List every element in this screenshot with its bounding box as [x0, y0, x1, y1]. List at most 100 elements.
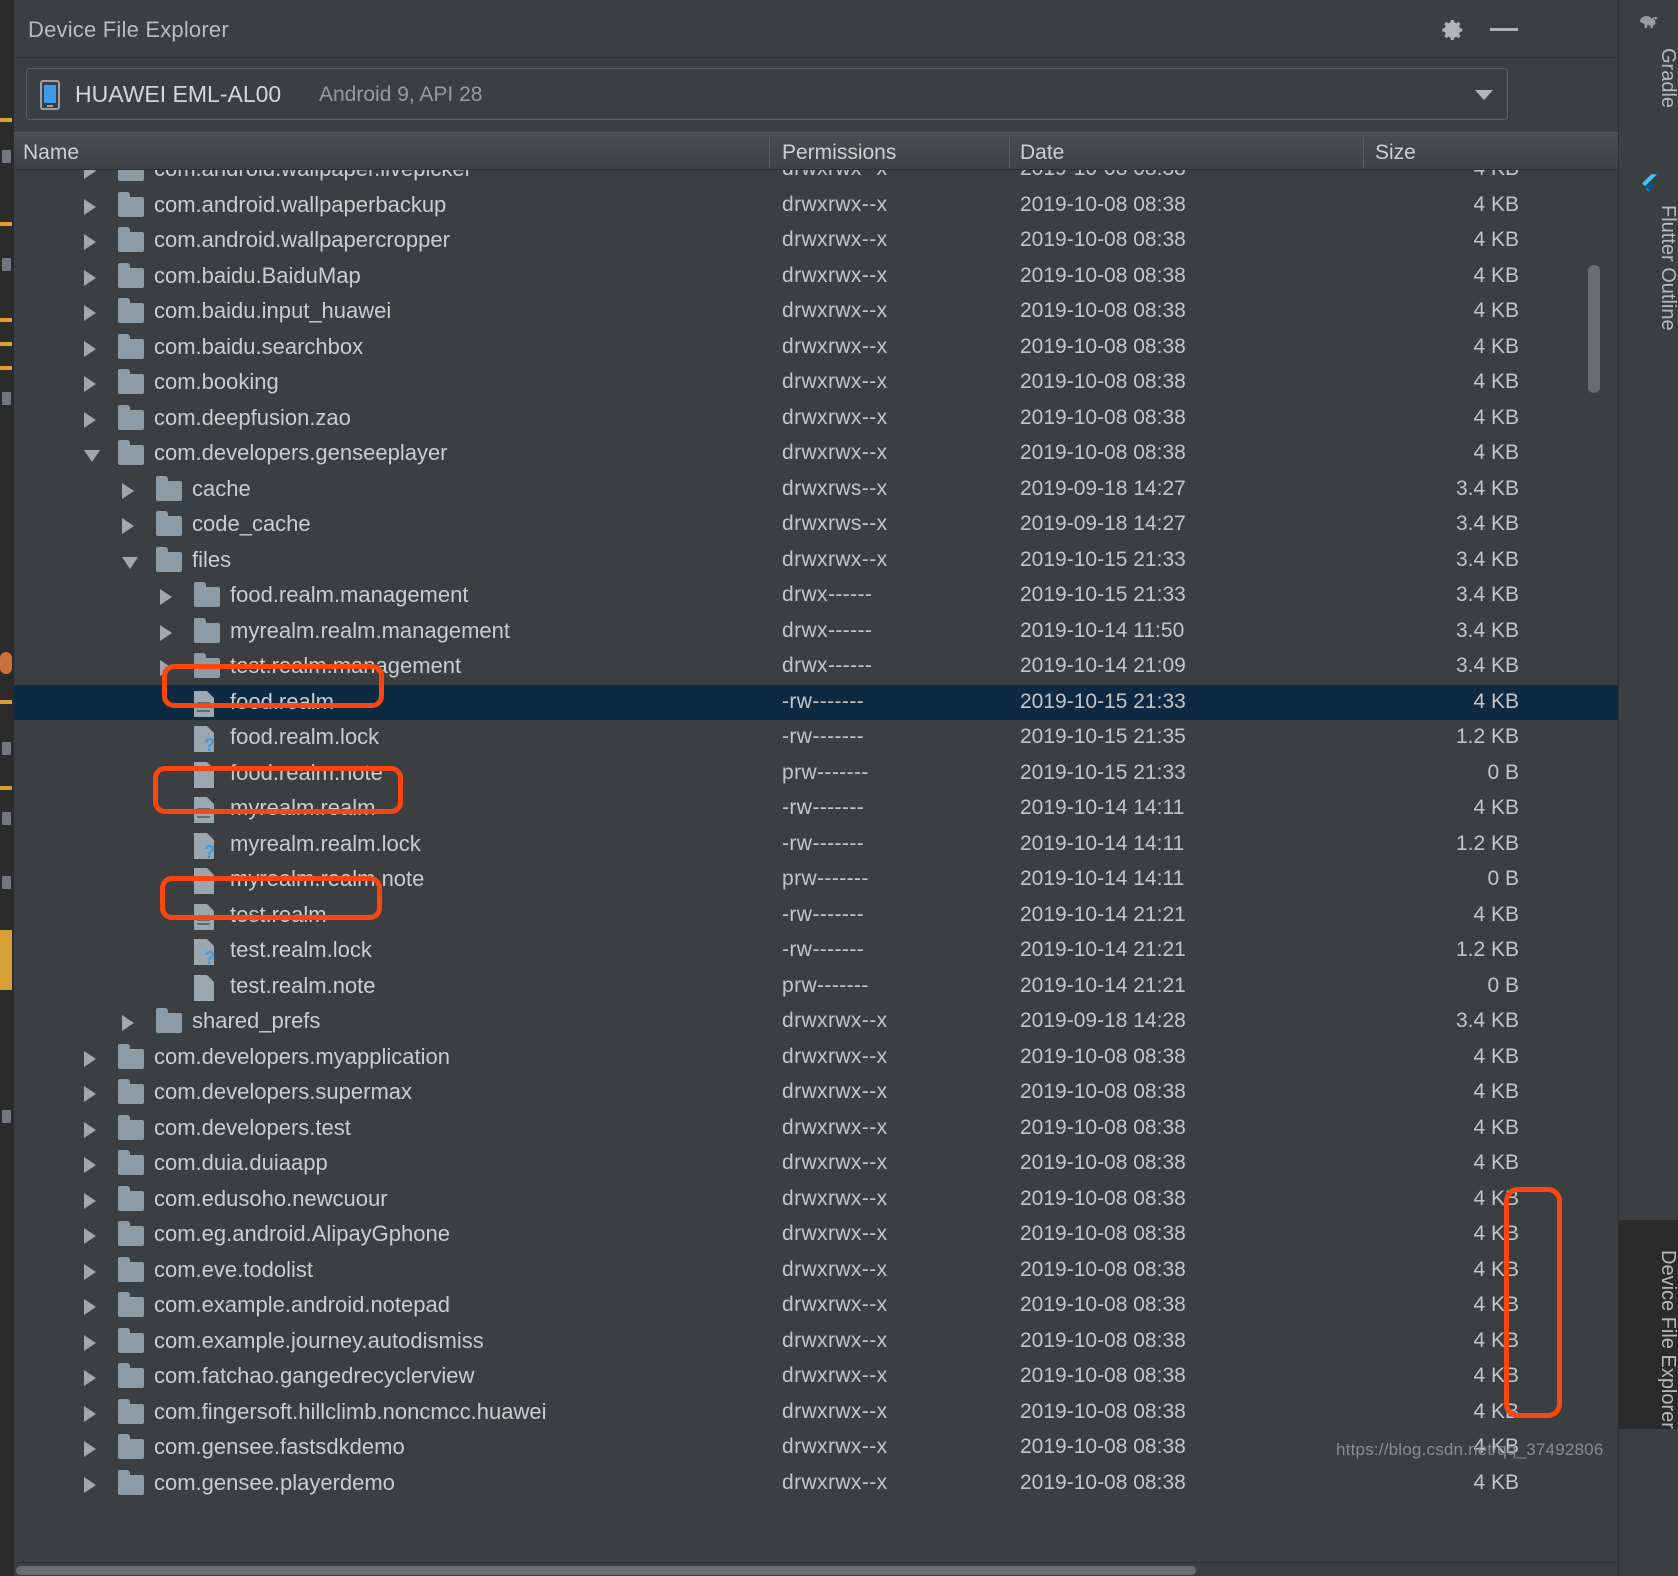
file-tree[interactable]: com.android.wallpaper.livepicker drwxrwx-… — [14, 170, 1618, 1562]
table-row[interactable]: ? myrealm.realm.lock -rw------- 2019-10-14 … — [14, 827, 1618, 863]
permissions-cell: drwxrwx--x — [782, 1080, 888, 1103]
table-row[interactable]: com.example.journey.autodismiss drwxrwx--… — [14, 1324, 1618, 1360]
column-divider[interactable] — [1009, 136, 1010, 168]
tab-gradle[interactable]: Gradle — [1619, 18, 1678, 108]
table-row[interactable]: com.eve.todolist drwxrwx--x 2019-10-08 08:… — [14, 1253, 1618, 1289]
table-row[interactable]: com.fingersoft.hillclimb.noncmcc.huawei d… — [14, 1395, 1618, 1431]
gear-icon[interactable] — [1438, 16, 1468, 44]
file-name-cell: com.baidu.input_huawei — [154, 298, 392, 323]
chevron-right-icon[interactable] — [122, 482, 134, 499]
chevron-right-icon[interactable] — [84, 305, 96, 321]
vertical-scrollbar[interactable] — [1588, 265, 1600, 393]
file-name-cell: food.realm.management — [230, 582, 469, 607]
table-row[interactable]: myrealm.realm.management drwx------ 2019-1… — [14, 614, 1618, 650]
chevron-right-icon[interactable] — [84, 340, 96, 357]
size-cell: 3.4 KB — [1455, 618, 1519, 642]
chevron-right-icon[interactable] — [84, 1299, 96, 1315]
table-row[interactable]: test.realm.management drwx------ 2019-10-1… — [14, 649, 1618, 685]
permissions-cell: prw------- — [782, 760, 869, 784]
device-selector-dropdown[interactable]: HUAWEI EML-AL00 Android 9, API 28 — [26, 68, 1508, 120]
chevron-down-icon[interactable] — [122, 556, 138, 569]
table-row[interactable]: com.developers.genseeplayer drwxrwx--x 201… — [14, 436, 1618, 472]
chevron-down-icon[interactable] — [1475, 90, 1493, 100]
table-row[interactable]: com.android.wallpapercropper drwxrwx--x 20… — [14, 223, 1618, 259]
chevron-right-icon[interactable] — [84, 170, 96, 179]
chevron-right-icon[interactable] — [84, 1192, 96, 1209]
table-row[interactable]: com.example.android.notepad drwxrwx--x 201… — [14, 1288, 1618, 1324]
unknown-file-icon: ? — [194, 939, 215, 967]
tab-flutter-outline-label: Flutter Outline — [1657, 205, 1678, 331]
column-header-permissions[interactable]: Permissions — [782, 141, 896, 165]
chevron-right-icon[interactable] — [84, 1405, 96, 1422]
table-row[interactable]: com.developers.test drwxrwx--x 2019-10-08 … — [14, 1111, 1618, 1147]
table-row[interactable]: food.realm -rw------- 2019-10-15 21:33 4 KB — [14, 684, 1618, 720]
chevron-right-icon[interactable] — [84, 1228, 96, 1244]
size-cell: 4 KB — [1473, 1186, 1519, 1210]
tab-device-file-explorer[interactable]: Device File Explorer — [1619, 1220, 1678, 1429]
chevron-right-icon[interactable] — [84, 411, 96, 428]
table-row[interactable]: cache drwxrws--x 2019-09-18 14:27 3.4 KB — [14, 472, 1618, 508]
size-cell: 4 KB — [1473, 1222, 1519, 1245]
table-row[interactable]: com.fatchao.gangedrecyclerview drwxrwx--x… — [14, 1359, 1618, 1395]
table-row[interactable]: com.eg.android.AlipayGphone drwxrwx--x 201… — [14, 1217, 1618, 1253]
chevron-right-icon[interactable] — [84, 1263, 96, 1280]
chevron-right-icon[interactable] — [122, 518, 134, 534]
column-divider[interactable] — [769, 136, 770, 168]
table-row[interactable]: com.baidu.input_huawei drwxrwx--x 2019-10-… — [14, 294, 1618, 330]
table-row[interactable]: com.baidu.BaiduMap drwxrwx--x 2019-10-08 0… — [14, 259, 1618, 295]
chevron-right-icon[interactable] — [84, 1476, 96, 1493]
chevron-right-icon[interactable] — [84, 269, 96, 286]
tab-flutter-outline[interactable]: Flutter Outline — [1619, 175, 1678, 331]
tab-gradle-label: Gradle — [1657, 48, 1678, 109]
table-row[interactable]: ? test.realm.lock -rw------- 2019-10-14 21:… — [14, 933, 1618, 969]
chevron-right-icon[interactable] — [84, 1334, 96, 1351]
table-row[interactable]: test.realm.note prw------- 2019-10-14 21:2… — [14, 969, 1618, 1005]
column-header-date[interactable]: Date — [1020, 141, 1064, 165]
chevron-right-icon[interactable] — [84, 234, 96, 250]
chevron-right-icon[interactable] — [84, 198, 96, 215]
chevron-right-icon[interactable] — [84, 1370, 96, 1386]
date-cell: 2019-10-14 21:21 — [1020, 938, 1186, 961]
folder-icon — [156, 546, 182, 572]
table-row[interactable]: test.realm -rw------- 2019-10-14 21:21 4 KB — [14, 898, 1618, 934]
chevron-right-icon[interactable] — [84, 1050, 96, 1067]
horizontal-scrollbar-thumb[interactable] — [16, 1566, 1196, 1575]
horizontal-scrollbar[interactable] — [14, 1562, 1618, 1576]
table-row[interactable]: com.developers.supermax drwxrwx--x 2019-10… — [14, 1075, 1618, 1111]
table-row[interactable]: com.booking drwxrwx--x 2019-10-08 08:38 4 K… — [14, 365, 1618, 401]
table-row[interactable]: com.android.wallpaperbackup drwxrwx--x 201… — [14, 188, 1618, 224]
table-row[interactable]: com.edusoho.newcuour drwxrwx--x 2019-10-08… — [14, 1182, 1618, 1218]
table-row[interactable]: code_cache drwxrws--x 2019-09-18 14:27 3.4 … — [14, 507, 1618, 543]
table-row[interactable]: ? food.realm.lock -rw------- 2019-10-15 21:… — [14, 720, 1618, 756]
table-row[interactable]: myrealm.realm -rw------- 2019-10-14 14:11 4… — [14, 791, 1618, 827]
chevron-right-icon[interactable] — [160, 589, 172, 605]
chevron-down-icon[interactable] — [84, 450, 100, 462]
table-row[interactable]: files drwxrwx--x 2019-10-15 21:33 3.4 KB — [14, 543, 1618, 579]
table-row[interactable]: com.android.wallpaper.livepicker drwxrwx-… — [14, 170, 1618, 188]
column-header-size[interactable]: Size — [1375, 141, 1416, 165]
table-row[interactable]: com.duia.duiaapp drwxrwx--x 2019-10-08 08:… — [14, 1146, 1618, 1182]
table-row[interactable]: food.realm.management drwx------ 2019-10-1… — [14, 578, 1618, 614]
chevron-right-icon[interactable] — [84, 1441, 96, 1457]
chevron-right-icon[interactable] — [84, 1121, 96, 1138]
chevron-right-icon[interactable] — [160, 660, 172, 676]
table-row[interactable]: food.realm.note prw------- 2019-10-15 21:3… — [14, 756, 1618, 792]
table-row[interactable]: com.developers.myapplication drwxrwx--x 20… — [14, 1040, 1618, 1076]
chevron-right-icon[interactable] — [84, 1157, 96, 1173]
table-row[interactable]: shared_prefs drwxrwx--x 2019-09-18 14:28 3.… — [14, 1004, 1618, 1040]
date-cell: 2019-10-08 08:38 — [1020, 1080, 1186, 1103]
file-name-cell: food.realm — [230, 688, 334, 714]
column-divider[interactable] — [1363, 136, 1364, 168]
table-row[interactable]: com.baidu.searchbox drwxrwx--x 2019-10-08 … — [14, 330, 1618, 366]
folder-icon — [118, 262, 144, 288]
chevron-right-icon[interactable] — [84, 1086, 96, 1102]
column-header-name[interactable]: Name — [23, 141, 79, 165]
table-row[interactable]: com.gensee.playerdemo drwxrwx--x 2019-10-0… — [14, 1466, 1618, 1502]
file-name-cell: test.realm.management — [230, 653, 462, 678]
table-row[interactable]: myrealm.realm.note prw------- 2019-10-14 1… — [14, 862, 1618, 898]
chevron-right-icon[interactable] — [160, 624, 172, 641]
chevron-right-icon[interactable] — [84, 376, 96, 392]
file-name-cell: com.gensee.fastsdkdemo — [154, 1434, 405, 1459]
table-row[interactable]: com.deepfusion.zao drwxrwx--x 2019-10-08 0… — [14, 401, 1618, 437]
chevron-right-icon[interactable] — [122, 1015, 134, 1031]
